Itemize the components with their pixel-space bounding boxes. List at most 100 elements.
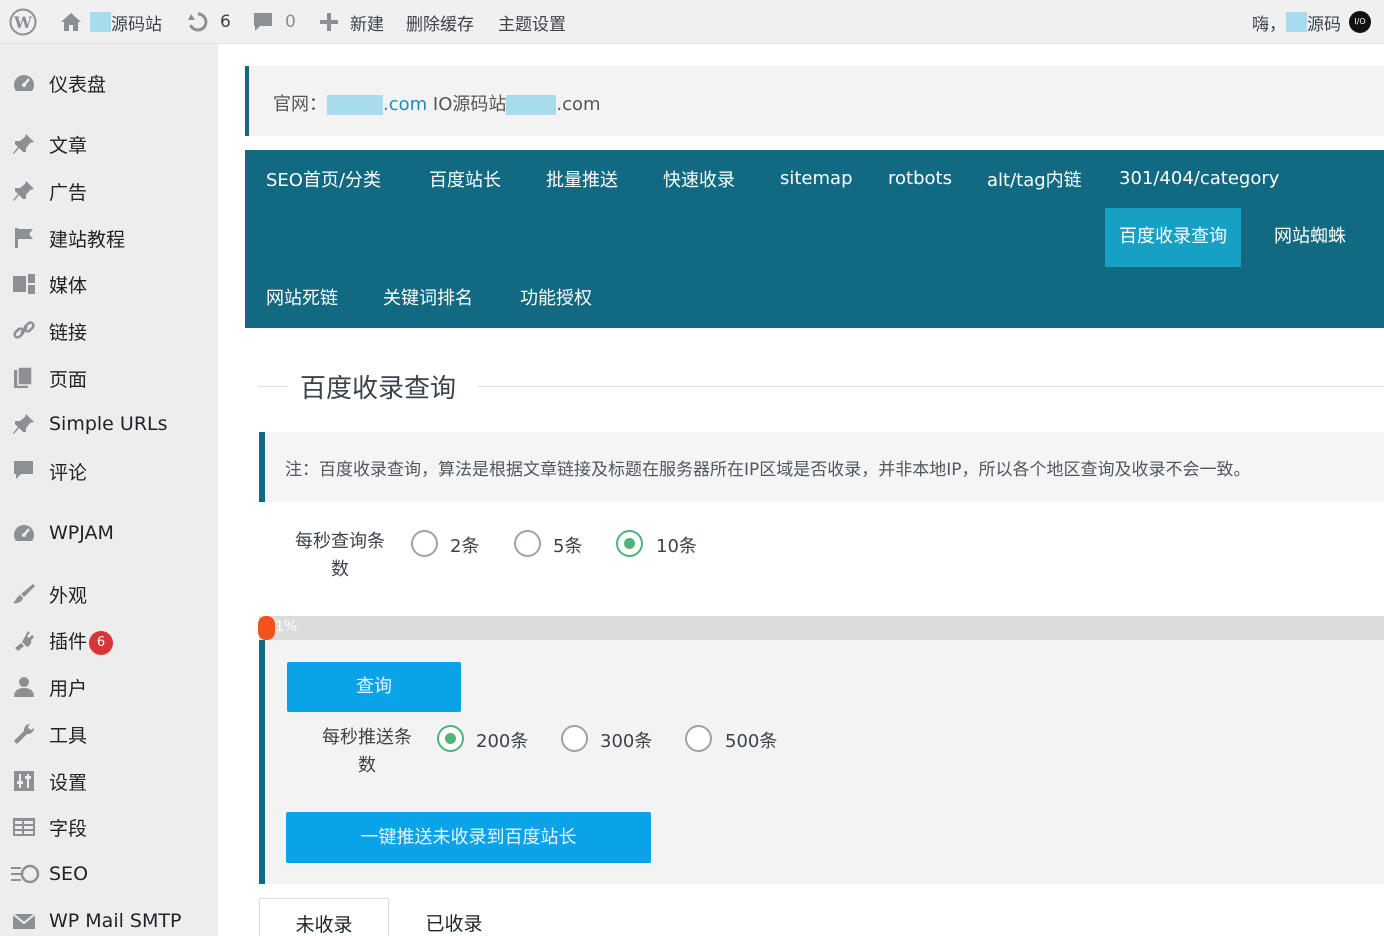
clear-cache-link[interactable]: 删除缓存 bbox=[406, 0, 474, 44]
sidebar-item-links[interactable]: 链接 bbox=[0, 311, 218, 351]
tab-sitemap[interactable]: sitemap bbox=[766, 150, 867, 208]
redacted-block bbox=[1286, 12, 1307, 32]
radio-query-10[interactable] bbox=[616, 530, 643, 557]
tab-license[interactable]: 功能授权 bbox=[506, 270, 606, 328]
comments-link[interactable]: 0 bbox=[252, 0, 296, 44]
sidebar-item-plugins[interactable]: 插件 6 bbox=[0, 621, 218, 661]
sidebar-item-wp-mail-smtp[interactable]: WP Mail SMTP bbox=[0, 901, 218, 936]
radio-push-300-label: 300条 bbox=[600, 731, 653, 752]
radio-query-10-label: 10条 bbox=[656, 536, 697, 557]
sidebar-item-fields[interactable]: 字段 bbox=[0, 807, 218, 847]
official-middle-text: IO源码站 bbox=[432, 94, 507, 115]
sidebar-item-label: SEO bbox=[49, 863, 89, 885]
radio-push-200[interactable] bbox=[437, 725, 464, 752]
query-rate-label-line1: 每秒查询条 bbox=[295, 531, 385, 552]
redacted-block bbox=[90, 12, 111, 32]
radio-query-5-label: 5条 bbox=[553, 536, 583, 557]
pin-icon bbox=[11, 179, 37, 203]
tab-keyword-rank[interactable]: 关键词排名 bbox=[369, 270, 487, 328]
wordpress-logo-icon[interactable]: W bbox=[9, 0, 37, 44]
sidebar-item-dashboard[interactable]: 仪表盘 bbox=[0, 63, 218, 103]
push-unindexed-button[interactable]: 一键推送未收录到百度站长 bbox=[286, 812, 651, 863]
sidebar-item-label: Simple URLs bbox=[49, 413, 168, 435]
tab-redirects[interactable]: 301/404/category bbox=[1105, 150, 1293, 208]
tab-robots[interactable]: rotbots bbox=[874, 150, 966, 208]
sidebar-item-tools[interactable]: 工具 bbox=[0, 714, 218, 754]
tab-batch-push[interactable]: 批量推送 bbox=[532, 152, 632, 210]
radio-query-2[interactable] bbox=[411, 530, 438, 557]
dashboard-icon bbox=[11, 521, 37, 545]
sidebar-item-pages[interactable]: 页面 bbox=[0, 358, 218, 398]
official-prefix: 官网： bbox=[273, 94, 327, 115]
clear-cache-label: 删除缓存 bbox=[406, 14, 474, 35]
comments-count: 0 bbox=[285, 12, 296, 32]
tab-quick-index[interactable]: 快速收录 bbox=[649, 152, 749, 210]
sidebar-item-label: 用户 bbox=[49, 677, 88, 700]
official-domain2-suffix: .com bbox=[556, 94, 601, 115]
sidebar-item-label: 媒体 bbox=[49, 274, 88, 297]
sidebar-item-label: 建站教程 bbox=[49, 228, 126, 251]
mail-icon bbox=[11, 909, 37, 933]
sidebar-item-settings[interactable]: 设置 bbox=[0, 761, 218, 801]
refresh-icon bbox=[188, 12, 208, 32]
tab-indexed[interactable]: 已收录 bbox=[389, 898, 519, 936]
dashboard-icon bbox=[11, 71, 37, 95]
new-content-link[interactable]: 新建 bbox=[319, 0, 384, 44]
radio-query-5[interactable] bbox=[514, 530, 541, 557]
radio-push-200-label: 200条 bbox=[476, 731, 529, 752]
progress-bar: 1% bbox=[258, 616, 1384, 640]
sidebar-item-label: 字段 bbox=[49, 817, 88, 840]
user-icon bbox=[11, 675, 37, 699]
comment-icon bbox=[11, 459, 37, 483]
sidebar-item-posts[interactable]: 文章 bbox=[0, 124, 218, 164]
sidebar-item-label: 外观 bbox=[49, 584, 88, 607]
radio-push-300[interactable] bbox=[561, 725, 588, 752]
sidebar-item-seo[interactable]: SEO bbox=[0, 854, 218, 894]
plus-icon bbox=[320, 13, 338, 31]
radio-query-2-label: 2条 bbox=[450, 536, 480, 557]
sidebar-item-wpjam[interactable]: WPJAM bbox=[0, 513, 218, 553]
sidebar-item-ads[interactable]: 广告 bbox=[0, 171, 218, 211]
page-icon bbox=[11, 366, 37, 390]
sidebar-item-comments[interactable]: 评论 bbox=[0, 451, 218, 491]
push-rate-label: 每秒推送条 数 bbox=[313, 724, 421, 780]
sidebar-item-tutorials[interactable]: 建站教程 bbox=[0, 218, 218, 258]
sidebar-item-media[interactable]: 媒体 bbox=[0, 264, 218, 304]
my-account-link[interactable]: 嗨， 源码 I/O bbox=[1252, 0, 1371, 44]
sidebar-item-label: 仪表盘 bbox=[49, 73, 107, 96]
radio-push-500[interactable] bbox=[685, 725, 712, 752]
tab-dead-links[interactable]: 网站死链 bbox=[252, 270, 352, 328]
updates-link[interactable]: 6 bbox=[186, 0, 231, 44]
tab-baidu-webmaster[interactable]: 百度站长 bbox=[415, 152, 515, 210]
redacted-block bbox=[327, 95, 383, 115]
redacted-block bbox=[506, 95, 557, 115]
progress-indicator bbox=[258, 616, 275, 640]
sidebar-item-label: 插件 6 bbox=[49, 627, 114, 655]
sidebar-item-label: 设置 bbox=[49, 771, 88, 794]
table-icon bbox=[11, 815, 37, 839]
tab-baidu-index-query[interactable]: 百度收录查询 bbox=[1105, 208, 1241, 267]
pin-icon bbox=[11, 412, 37, 436]
sidebar-item-appearance[interactable]: 外观 bbox=[0, 574, 218, 614]
theme-settings-link[interactable]: 主题设置 bbox=[498, 0, 566, 44]
greeting: 嗨， bbox=[1252, 14, 1286, 35]
section-heading: 百度收录查询 bbox=[258, 364, 1384, 404]
link-icon bbox=[11, 319, 37, 343]
admin-sidebar: 仪表盘 文章 广告 建站教程 媒体 链接 页面 Simple URLs 评论 W… bbox=[0, 44, 218, 936]
sidebar-item-label: 页面 bbox=[49, 368, 88, 391]
tab-spider[interactable]: 网站蜘蛛 bbox=[1260, 208, 1360, 266]
home-icon bbox=[61, 13, 81, 31]
pin-icon bbox=[11, 132, 37, 156]
site-name-link[interactable]: 源码站 bbox=[60, 0, 162, 44]
tab-seo-home[interactable]: SEO首页/分类 bbox=[252, 152, 395, 210]
flag-icon bbox=[11, 226, 37, 250]
sidebar-item-label: 广告 bbox=[49, 181, 88, 204]
official-site-notice: 官网： .com IO源码站 .com bbox=[245, 66, 1384, 136]
sidebar-item-users[interactable]: 用户 bbox=[0, 667, 218, 707]
tab-alt-tag-links[interactable]: alt/tag内链 bbox=[973, 152, 1096, 210]
official-domain-link[interactable]: .com bbox=[383, 94, 427, 115]
sidebar-item-simple-urls[interactable]: Simple URLs bbox=[0, 404, 218, 444]
tab-unindexed[interactable]: 未收录 bbox=[259, 898, 389, 936]
query-button[interactable]: 查询 bbox=[287, 662, 461, 712]
radio-push-500-label: 500条 bbox=[725, 731, 778, 752]
